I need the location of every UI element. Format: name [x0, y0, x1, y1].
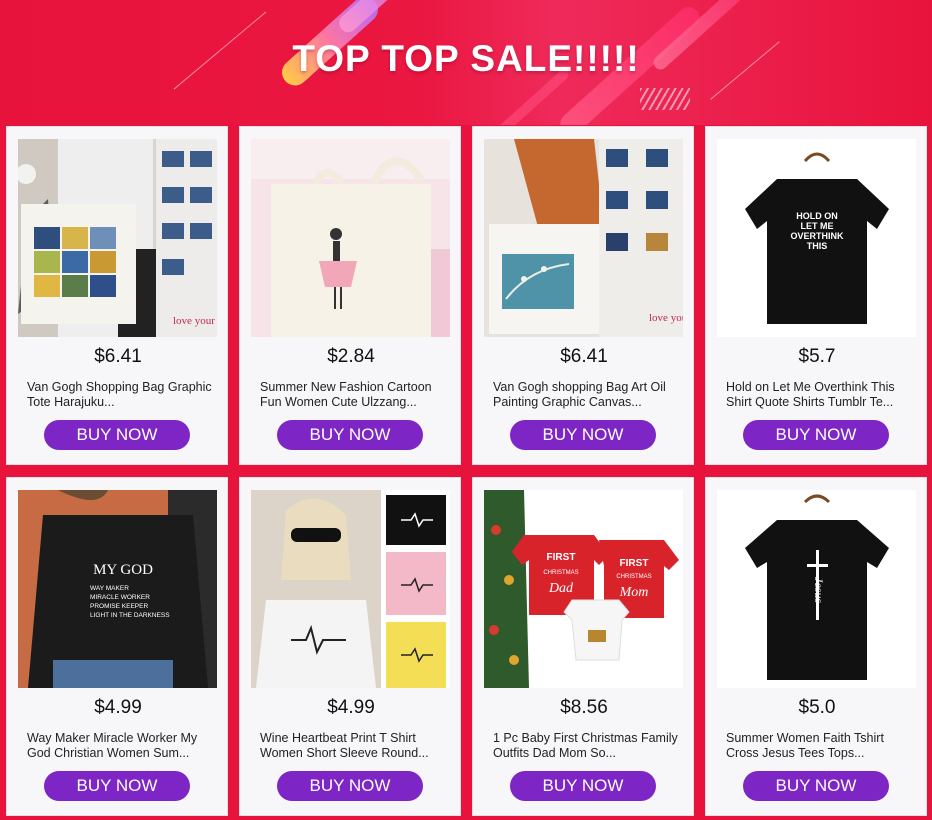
svg-text:CHRISTMAS: CHRISTMAS: [616, 574, 651, 580]
product-title[interactable]: Hold on Let Me Overthink This Shirt Quot…: [726, 380, 916, 410]
svg-text:love your: love your: [649, 312, 683, 324]
svg-text:love your: love your: [173, 315, 215, 327]
svg-text:MIRACLE WORKER: MIRACLE WORKER: [90, 594, 150, 601]
product-price: $5.0: [798, 697, 836, 718]
product-title[interactable]: Van Gogh shopping Bag Art Oil Painting G…: [493, 380, 683, 410]
svg-text:LIGHT IN THE DARKNESS: LIGHT IN THE DARKNESS: [90, 612, 170, 619]
product-title[interactable]: Way Maker Miracle Worker My God Christia…: [27, 731, 217, 761]
svg-text:CHRISTMAS: CHRISTMAS: [543, 570, 578, 576]
buy-now-button[interactable]: BUY NOW: [743, 771, 889, 801]
banner-title: TOP TOP SALE!!!!!: [292, 38, 640, 79]
product-image[interactable]: HOLD ON LET ME OVERTHINK THIS: [717, 139, 916, 337]
product-image[interactable]: [251, 490, 450, 688]
buy-now-button[interactable]: BUY NOW: [44, 420, 190, 450]
product-price: $5.7: [798, 346, 836, 367]
product-grid: love your $6.41 Van Gogh Shopping Bag Gr…: [6, 126, 930, 816]
product-image[interactable]: love your: [18, 139, 217, 337]
product-title[interactable]: Summer Women Faith Tshirt Cross Jesus Te…: [726, 731, 916, 761]
product-title[interactable]: 1 Pc Baby First Christmas Family Outfits…: [493, 731, 683, 761]
product-card[interactable]: MY GOD WAY MAKER MIRACLE WORKER PROMISE …: [6, 477, 228, 816]
product-card[interactable]: HOLD ON LET ME OVERTHINK THIS $5.7 Hold …: [705, 126, 927, 465]
product-price: $6.41: [560, 346, 608, 367]
product-image[interactable]: Jesus: [717, 490, 916, 688]
product-card[interactable]: $2.84 Summer New Fashion Cartoon Fun Wom…: [239, 126, 461, 465]
product-image[interactable]: love your: [484, 139, 683, 337]
buy-now-button[interactable]: BUY NOW: [743, 420, 889, 450]
svg-text:FIRST: FIRST: [547, 552, 576, 563]
product-image[interactable]: FIRST CHRISTMAS Dad FIRST CHRISTMAS Mom: [484, 490, 683, 688]
product-card[interactable]: $4.99 Wine Heartbeat Print T Shirt Women…: [239, 477, 461, 816]
sale-banner: TOP TOP SALE!!!!!: [0, 0, 932, 125]
svg-text:THIS: THIS: [807, 241, 828, 251]
buy-now-button[interactable]: BUY NOW: [277, 771, 423, 801]
svg-text:FIRST: FIRST: [620, 558, 649, 569]
product-price: $6.41: [94, 346, 142, 367]
svg-text:Dad: Dad: [548, 581, 574, 596]
product-card[interactable]: FIRST CHRISTMAS Dad FIRST CHRISTMAS Mom …: [472, 477, 694, 816]
svg-text:Mom: Mom: [619, 585, 649, 600]
banner-hatch-decoration: [640, 88, 690, 110]
buy-now-button[interactable]: BUY NOW: [277, 420, 423, 450]
product-price: $4.99: [94, 697, 142, 718]
buy-now-button[interactable]: BUY NOW: [510, 771, 656, 801]
product-title[interactable]: Van Gogh Shopping Bag Graphic Tote Haraj…: [27, 380, 217, 410]
product-image[interactable]: MY GOD WAY MAKER MIRACLE WORKER PROMISE …: [18, 490, 217, 688]
product-card[interactable]: love your $6.41 Van Gogh Shopping Bag Gr…: [6, 126, 228, 465]
svg-text:PROMISE KEEPER: PROMISE KEEPER: [90, 603, 148, 610]
product-title[interactable]: Wine Heartbeat Print T Shirt Women Short…: [260, 731, 450, 761]
product-card[interactable]: love your $6.41 Van Gogh shopping Bag Ar…: [472, 126, 694, 465]
svg-text:HOLD ON: HOLD ON: [796, 211, 838, 221]
product-price: $2.84: [327, 346, 375, 367]
buy-now-button[interactable]: BUY NOW: [44, 771, 190, 801]
product-price: $8.56: [560, 697, 608, 718]
product-price: $4.99: [327, 697, 375, 718]
svg-text:OVERTHINK: OVERTHINK: [790, 231, 844, 241]
product-title[interactable]: Summer New Fashion Cartoon Fun Women Cut…: [260, 380, 450, 410]
svg-text:Jesus: Jesus: [812, 577, 826, 603]
product-card[interactable]: Jesus $5.0 Summer Women Faith Tshirt Cro…: [705, 477, 927, 816]
svg-text:WAY MAKER: WAY MAKER: [90, 585, 129, 592]
buy-now-button[interactable]: BUY NOW: [510, 420, 656, 450]
svg-text:LET ME: LET ME: [801, 221, 834, 231]
product-image[interactable]: [251, 139, 450, 337]
svg-text:MY GOD: MY GOD: [93, 562, 153, 578]
